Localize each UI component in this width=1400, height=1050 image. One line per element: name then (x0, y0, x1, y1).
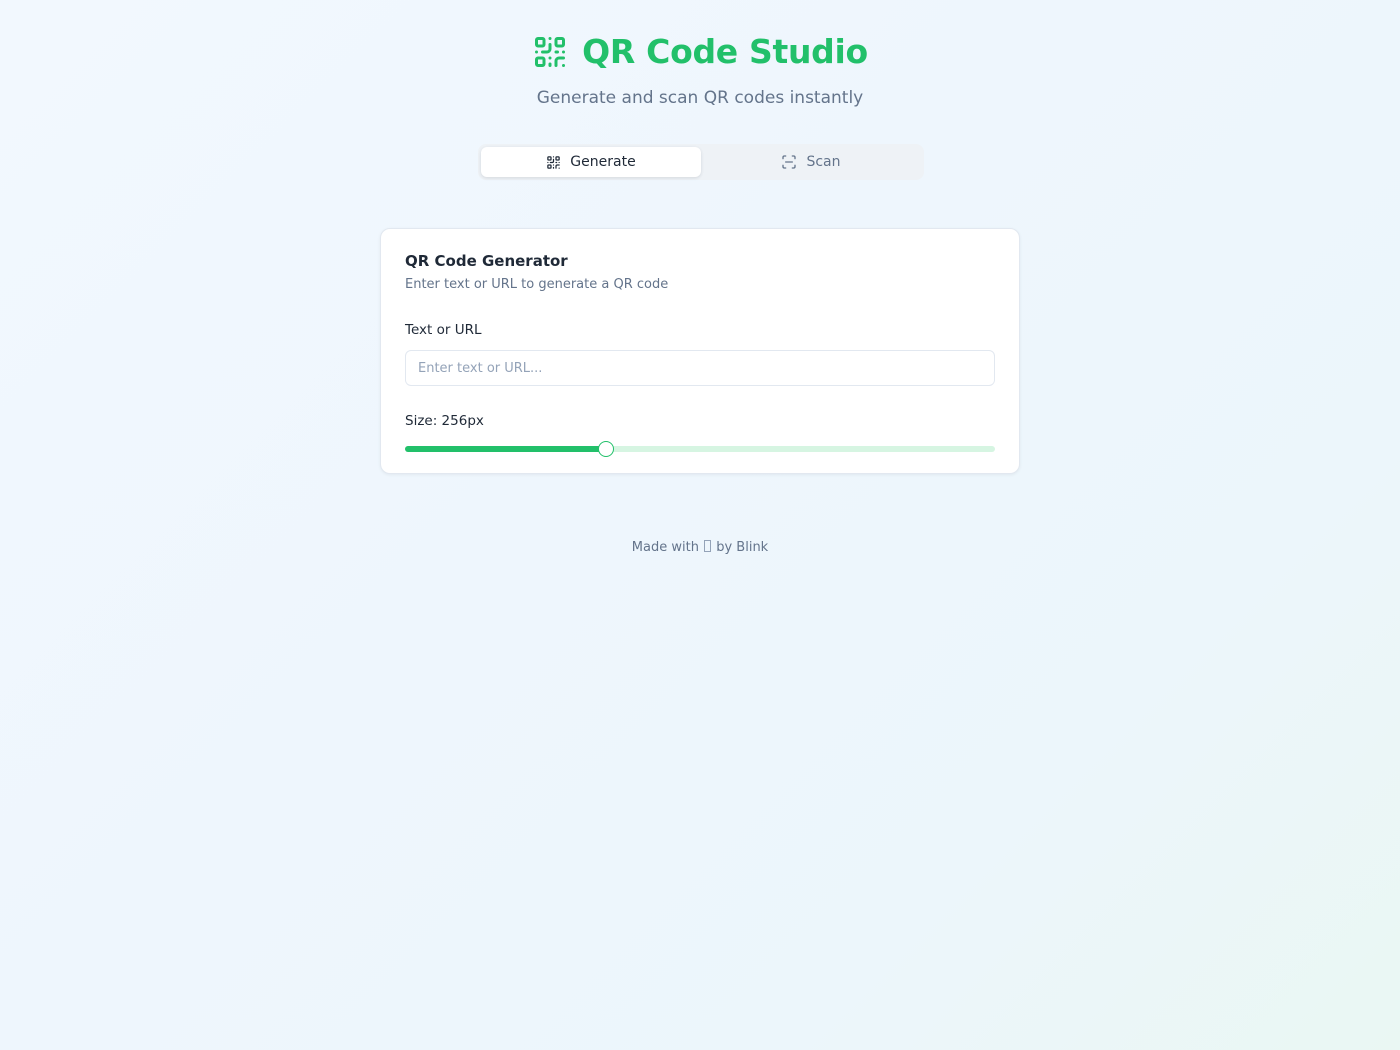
text-input-label: Text or URL (405, 322, 482, 338)
size-label: Size: 256px (405, 413, 484, 429)
slider-thumb[interactable] (597, 441, 614, 457)
qr-code-icon (532, 34, 568, 70)
card-title: QR Code Generator (405, 252, 568, 270)
text-or-url-input[interactable] (405, 350, 995, 386)
app-title: QR Code Studio (582, 32, 868, 71)
generator-card: QR Code Generator Enter text or URL to g… (380, 228, 1020, 474)
heart-icon (704, 540, 712, 552)
tab-generate-label: Generate (570, 154, 636, 170)
scan-icon (781, 154, 797, 170)
tab-generate[interactable]: Generate (481, 147, 701, 177)
header: QR Code Studio Generate and scan QR code… (0, 30, 1400, 110)
card-description: Enter text or URL to generate a QR code (405, 277, 669, 292)
mode-tabs: Generate Scan (478, 144, 924, 180)
tab-scan[interactable]: Scan (701, 147, 921, 177)
size-slider[interactable] (405, 441, 995, 457)
footer-prefix: Made with (631, 540, 699, 555)
qr-code-icon (546, 155, 561, 170)
app-subtitle: Generate and scan QR codes instantly (536, 88, 864, 108)
footer-suffix: by Blink (716, 540, 769, 555)
footer: Made with by Blink (0, 538, 1400, 558)
tab-scan-label: Scan (806, 154, 841, 170)
title-row: QR Code Studio (0, 30, 1400, 74)
slider-fill (405, 446, 606, 452)
